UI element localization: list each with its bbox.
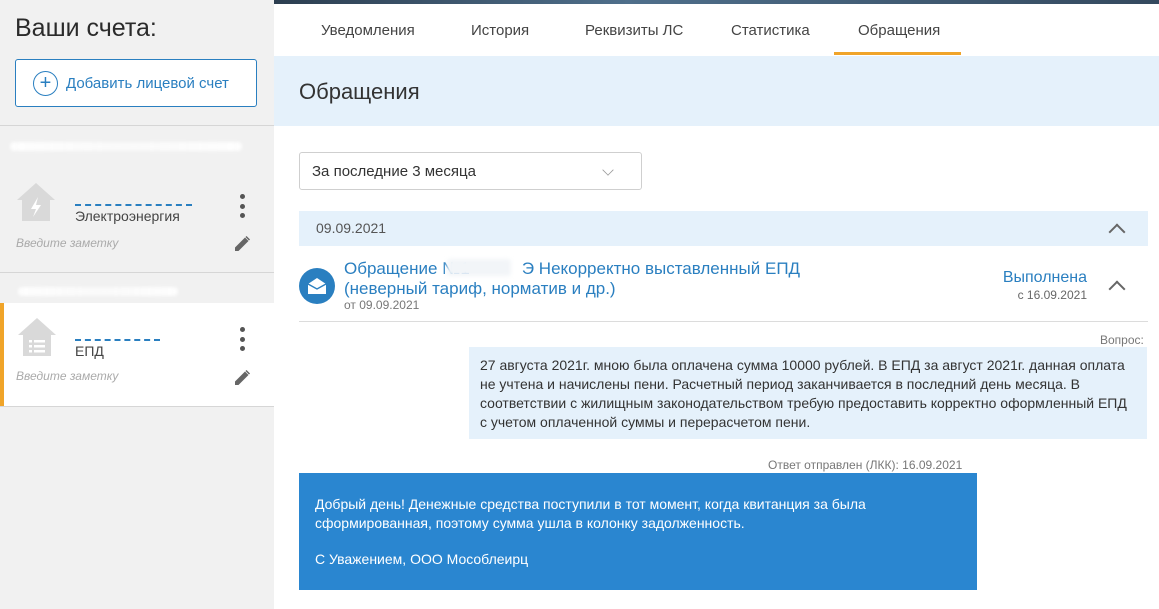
account-card-electricity[interactable]: Электроэнергия Введите заметку [0, 126, 274, 251]
more-menu-icon[interactable] [238, 194, 246, 218]
tab-requests[interactable]: Обращения [858, 22, 940, 39]
list-house-icon [16, 315, 58, 359]
account-note-field[interactable]: Введите заметку [16, 369, 118, 383]
redacted-address [10, 142, 242, 151]
plus-circle-icon: + [33, 70, 58, 96]
status-date: с 16.09.2021 [1017, 288, 1087, 302]
answer-signature: С Уважением, ООО Мособлеирц [315, 551, 529, 567]
main-content: Уведомления История Реквизиты ЛС Статист… [274, 0, 1159, 609]
collapse-chevron-up-icon[interactable] [1108, 223, 1126, 241]
accounts-sidebar: Ваши счета: + Добавить лицевой счет Элек… [0, 0, 274, 609]
account-note-field[interactable]: Введите заметку [16, 236, 118, 250]
account-card-epd[interactable]: ЕПД Введите заметку [0, 287, 274, 407]
tab-bar: Уведомления История Реквизиты ЛС Статист… [274, 4, 1159, 56]
add-account-button[interactable]: + Добавить лицевой счет [15, 59, 257, 107]
tab-statistics[interactable]: Статистика [731, 22, 810, 39]
sidebar-title: Ваши счета: [15, 14, 157, 42]
question-label: Вопрос: [1100, 333, 1144, 347]
envelope-icon [299, 268, 335, 304]
account-type: Электроэнергия [75, 208, 180, 224]
tab-account-details[interactable]: Реквизиты ЛС [585, 22, 683, 39]
request-item[interactable]: Обращение №1 Э Некорректно выставленный … [299, 256, 1148, 322]
group-date: 09.09.2021 [316, 220, 387, 236]
status-badge: Выполнена [1002, 269, 1087, 286]
lightning-house-icon [15, 180, 57, 224]
redacted-request-number [447, 259, 511, 276]
tab-notifications[interactable]: Уведомления [321, 22, 415, 39]
redacted-address [18, 287, 178, 296]
date-group-header[interactable]: 09.09.2021 [299, 211, 1148, 246]
answer-label: Ответ отправлен (ЛКК): 16.09.2021 [768, 458, 963, 472]
pencil-icon[interactable] [233, 369, 251, 387]
answer-message: Добрый день! Денежные средства поступили… [299, 473, 977, 590]
request-title-link[interactable]: Обращение №1 Э Некорректно выставленный … [344, 259, 884, 299]
request-created-date: от 09.09.2021 [344, 298, 420, 312]
divider [0, 406, 274, 407]
page-title: Обращения [299, 79, 420, 104]
divider [0, 272, 274, 273]
page-header: Обращения [274, 56, 1159, 126]
collapse-chevron-up-icon[interactable] [1108, 280, 1126, 298]
period-select[interactable]: За последние 3 месяца [299, 152, 642, 190]
answer-text: Добрый день! Денежные средства поступили… [315, 496, 866, 531]
pencil-icon[interactable] [233, 235, 251, 253]
chevron-down-icon [602, 164, 614, 176]
question-message: 27 августа 2021г. мною была оплачена сум… [469, 347, 1147, 439]
add-account-label: Добавить лицевой счет [66, 74, 229, 92]
more-menu-icon[interactable] [238, 327, 246, 351]
period-select-value: За последние 3 месяца [312, 162, 476, 180]
active-tab-indicator [834, 52, 961, 55]
account-type: ЕПД [75, 343, 104, 359]
account-number-link[interactable] [75, 192, 192, 206]
tab-history[interactable]: История [471, 22, 529, 39]
account-number-link[interactable] [75, 327, 160, 341]
